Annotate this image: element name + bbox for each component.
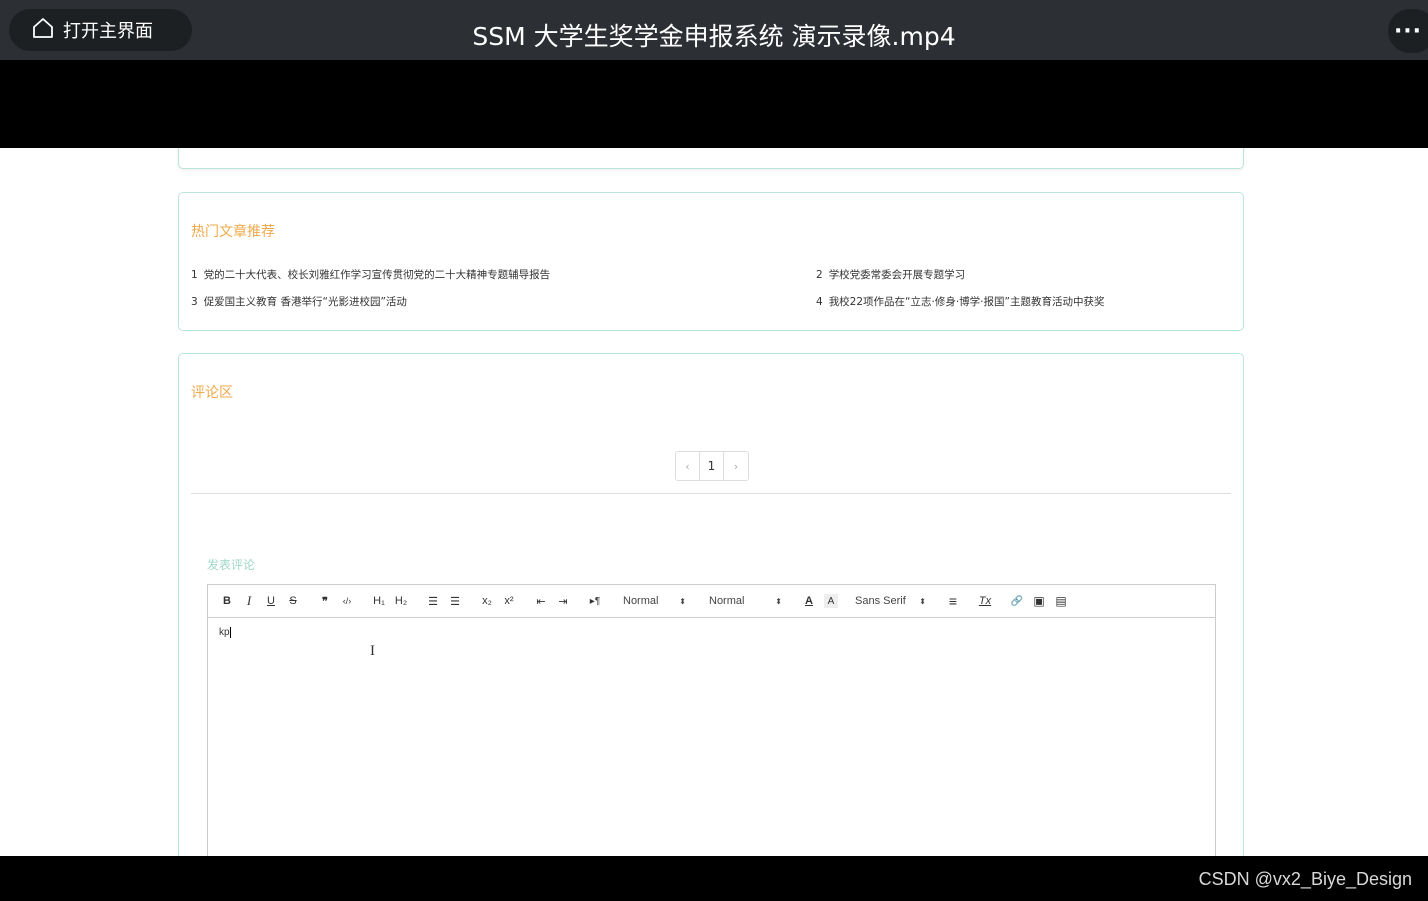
superscript-button[interactable]: x² [498,591,520,611]
indent-button[interactable]: ⇥ [552,591,574,611]
header-2-button[interactable]: H₂ [390,591,412,611]
code-block-button[interactable]: ‹/› [336,591,358,611]
header-select-value: Normal [709,595,745,607]
bold-button[interactable]: B [216,591,238,611]
select-arrows-icon: ⬍ [775,596,782,606]
comment-section-title: 评论区 [191,384,233,400]
editor-content-area[interactable]: kp [208,618,1215,856]
page-1-button[interactable]: 1 [700,452,724,480]
underline-button[interactable]: U [260,591,282,611]
pagination: ‹ 1 › [675,451,749,481]
more-icon: ··· [1393,18,1423,44]
image-button[interactable]: ▣ [1028,591,1050,611]
prev-page-button[interactable]: ‹ [676,452,700,480]
article-link-1[interactable]: 1 党的二十大代表、校长刘雅红作学习宣传贯彻党的二十大精神专题辅导报告 [191,267,550,282]
video-title: SSM 大学生奖学金申报系统 演示录像.mp4 [472,22,956,51]
select-arrows-icon: ⬍ [679,596,686,606]
editor-toolbar: B I U S ❞ ‹/› H₁ H₂ ☰ ☰ x₂ x² ⇤ ⇥ ▸¶ Nor… [208,585,1215,618]
size-select-value: Normal [623,595,659,607]
blockquote-button[interactable]: ❞ [314,591,336,611]
article-link-4[interactable]: 4 我校22项作品在“立志·修身·博学·报国”主题教育活动中获奖 [816,294,1104,309]
ordered-list-button[interactable]: ☰ [422,591,444,611]
font-select-value: Sans Serif [855,595,906,607]
header-1-button[interactable]: H₁ [368,591,390,611]
web-page: 热门文章推荐 1 党的二十大代表、校长刘雅红作学习宣传贯彻党的二十大精神专题辅导报… [0,148,1428,856]
article-title: 我校22项作品在“立志·修身·博学·报国”主题教育活动中获奖 [828,296,1105,308]
strike-button[interactable]: S [282,591,304,611]
next-page-button[interactable]: › [724,452,748,480]
outdent-button[interactable]: ⇤ [530,591,552,611]
more-options-button[interactable]: ··· [1388,9,1428,53]
article-number: 4 [816,296,823,308]
rich-text-editor: B I U S ❞ ‹/› H₁ H₂ ☰ ☰ x₂ x² ⇤ ⇥ ▸¶ Nor… [207,584,1216,856]
article-title: 促爱国主义教育 香港举行“光影进校园”活动 [203,296,407,308]
watermark: CSDN @vx2_Biye_Design [1198,869,1412,889]
video-bottom-bar: CSDN @vx2_Biye_Design [0,856,1428,901]
header-select[interactable]: Normal ⬍ [702,591,788,611]
bullet-list-button[interactable]: ☰ [444,591,466,611]
subscript-button[interactable]: x₂ [476,591,498,611]
italic-button[interactable]: I [238,591,260,611]
text-direction-button[interactable]: ▸¶ [584,591,606,611]
hot-articles-card: 热门文章推荐 1 党的二十大代表、校长刘雅红作学习宣传贯彻党的二十大精神专题辅导报… [178,192,1244,331]
text-caret [229,627,231,638]
video-button[interactable]: ▤ [1050,591,1072,611]
font-select[interactable]: Sans Serif ⬍ [848,591,932,611]
editor-text: kp [219,627,230,639]
comment-card: 评论区 ‹ 1 › 发表评论 B I U S ❞ ‹/› H₁ H₂ ☰ ☰ x… [178,353,1244,856]
video-player-header: 打开主界面 SSM 大学生奖学金申报系统 演示录像.mp4 ··· [0,0,1428,60]
post-comment-label: 发表评论 [207,558,256,572]
select-arrows-icon: ⬍ [919,596,926,606]
article-number: 1 [191,269,198,281]
divider [191,493,1231,494]
article-number: 2 [816,269,823,281]
article-link-3[interactable]: 3 促爱国主义教育 香港举行“光影进校园”活动 [191,294,407,309]
background-color-button[interactable]: A [824,594,838,608]
article-number: 3 [191,296,198,308]
video-letterbox [0,60,1428,148]
previous-card [178,148,1244,169]
hot-articles-title: 热门文章推荐 [191,223,275,239]
clear-format-button[interactable]: Tx [974,591,996,611]
align-button[interactable]: ≡ [942,591,964,611]
article-link-2[interactable]: 2 学校党委常委会开展专题学习 [816,267,965,282]
link-button[interactable]: 🔗 [1006,591,1028,611]
text-color-button[interactable]: A [798,591,820,611]
article-title: 党的二十大代表、校长刘雅红作学习宣传贯彻党的二十大精神专题辅导报告 [203,269,551,281]
mouse-ibeam-cursor-icon: I [370,643,375,659]
size-select[interactable]: Normal ⬍ [616,591,692,611]
article-title: 学校党委常委会开展专题学习 [828,269,966,281]
